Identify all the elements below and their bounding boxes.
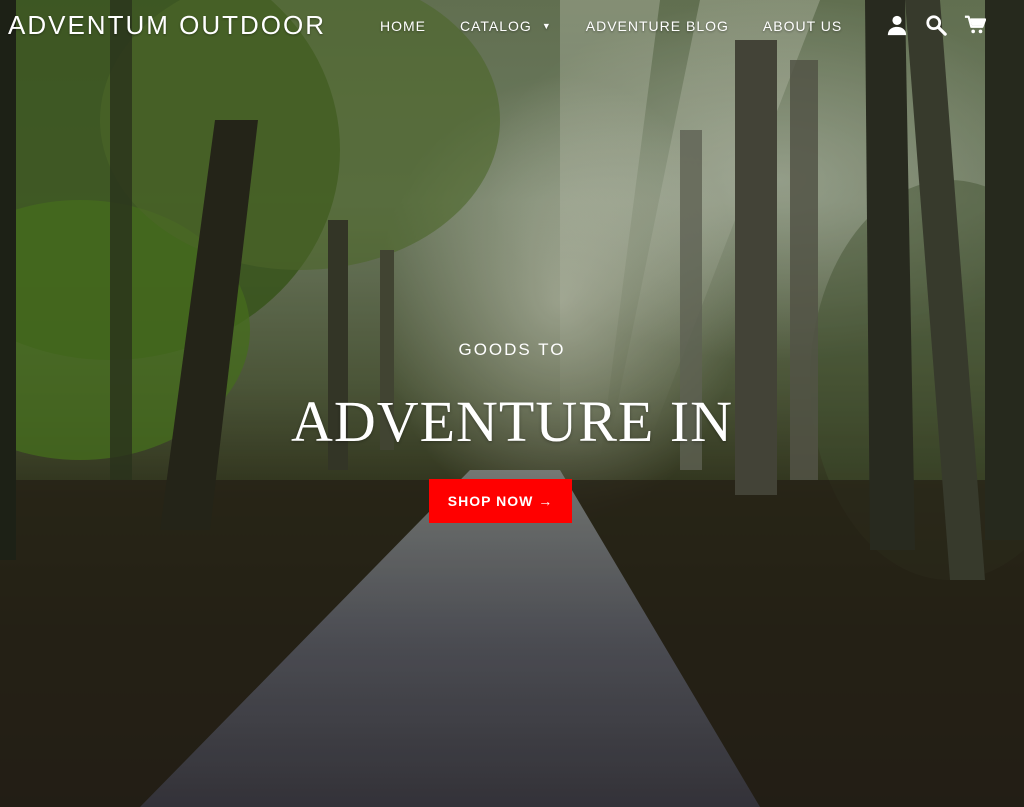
site-logo[interactable]: ADVENTUM OUTDOOR <box>8 10 326 41</box>
shop-now-button[interactable]: SHOP NOW → <box>429 479 572 523</box>
caret-down-icon: ▼ <box>541 21 552 31</box>
header-icons <box>869 14 987 36</box>
site-header: ADVENTUM OUTDOOR HOME CATALOG ▼ ADVENTURE… <box>0 0 1024 56</box>
account-icon[interactable] <box>886 14 908 36</box>
nav-item-label: ABOUT US <box>762 18 843 34</box>
search-icon[interactable] <box>925 14 947 36</box>
nav-item-label: CATALOG <box>460 18 532 34</box>
nav-item-catalog[interactable]: CATALOG ▼ <box>460 18 552 34</box>
hero-headline: ADVENTURE IN <box>290 389 734 454</box>
main-nav: HOME CATALOG ▼ ADVENTURE BLOG ABOUT US <box>380 18 876 34</box>
nav-item-home[interactable]: HOME <box>380 18 426 34</box>
nav-item-label: ADVENTURE BLOG <box>585 18 729 34</box>
nav-item-adventure-blog[interactable]: ADVENTURE BLOG <box>586 18 729 34</box>
cart-icon[interactable] <box>964 14 987 36</box>
nav-item-about-us[interactable]: ABOUT US <box>763 18 842 34</box>
nav-item-label: HOME <box>380 18 426 34</box>
hero-eyebrow: GOODS TO <box>458 340 566 359</box>
